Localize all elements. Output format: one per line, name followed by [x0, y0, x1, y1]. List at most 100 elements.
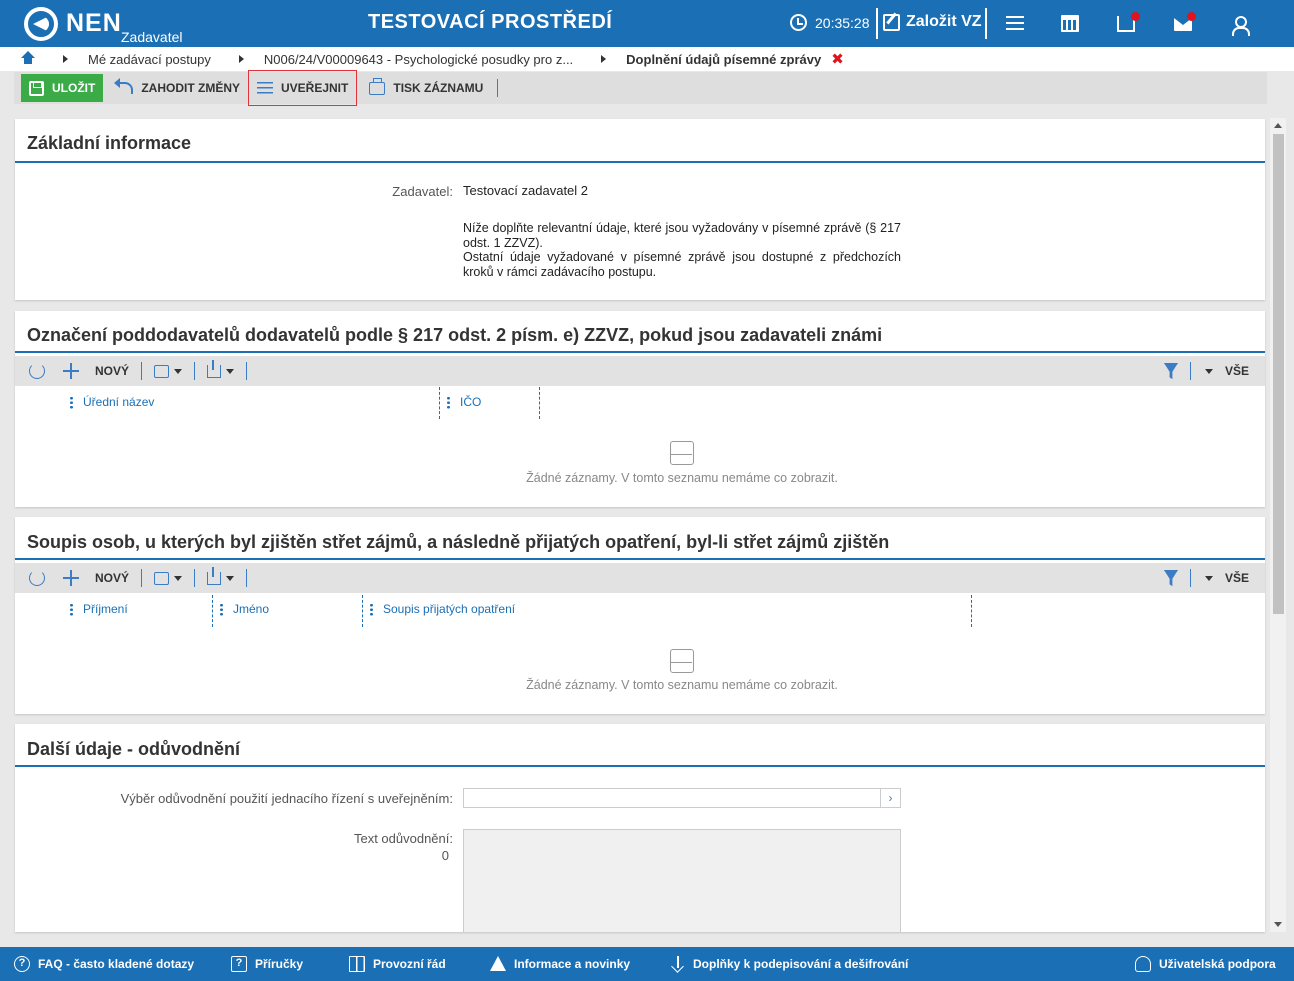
column-header-first-name[interactable]: Jméno — [220, 602, 269, 616]
column-menu-icon[interactable] — [70, 395, 73, 409]
save-label: ULOŽIT — [52, 81, 96, 95]
scroll-thumb[interactable] — [1273, 134, 1284, 614]
notification-dot — [1131, 12, 1140, 21]
warning-icon — [490, 956, 506, 971]
chevron-down-icon[interactable] — [226, 368, 235, 374]
new-record-button[interactable]: NOVÝ — [95, 571, 129, 585]
column-menu-icon[interactable] — [370, 602, 373, 616]
footer-rules-link[interactable]: Provozní řád — [349, 956, 446, 972]
home-icon[interactable] — [21, 51, 35, 65]
column-header-ico[interactable]: IČO — [447, 395, 481, 409]
column-divider[interactable] — [362, 595, 363, 627]
grid-toolbar: NOVÝ VŠE — [15, 356, 1265, 386]
grid-divider — [1189, 569, 1191, 587]
column-divider[interactable] — [212, 595, 213, 627]
chevron-down-icon[interactable] — [226, 575, 235, 581]
filter-icon[interactable] — [1163, 570, 1178, 586]
filter-all-button[interactable]: VŠE — [1225, 571, 1249, 585]
section-title: Základní informace — [27, 133, 192, 153]
breadcrumb-current: Doplnění údajů písemné zprávy — [626, 51, 822, 67]
add-icon[interactable] — [63, 363, 79, 379]
column-divider[interactable] — [971, 595, 972, 627]
chevron-down-icon[interactable] — [174, 368, 183, 374]
print-record-button[interactable]: TISK ZÁZNAMU — [361, 73, 491, 103]
column-menu-icon[interactable] — [220, 602, 223, 616]
scroll-up-icon[interactable] — [1274, 123, 1282, 128]
brand-name[interactable]: NEN — [66, 9, 122, 38]
footer-support-link[interactable]: Uživatelská podpora — [1135, 956, 1276, 972]
export-icon[interactable] — [207, 359, 222, 378]
print-label: TISK ZÁZNAMU — [393, 81, 484, 95]
column-menu-icon[interactable] — [447, 395, 450, 409]
grid-divider — [1189, 362, 1191, 380]
footer-news-link[interactable]: Informace a novinky — [490, 956, 630, 971]
grid-divider — [246, 362, 248, 380]
column-header-surname[interactable]: Příjmení — [70, 602, 128, 616]
justification-textarea[interactable] — [463, 829, 901, 932]
download-icon — [671, 956, 685, 972]
breadcrumb: Mé zadávací postupy N006/24/V00009643 - … — [0, 47, 1294, 71]
chevron-down-icon[interactable] — [1204, 575, 1213, 581]
section-rule — [15, 161, 1265, 163]
grid-divider — [141, 569, 143, 587]
save-icon — [29, 80, 44, 96]
filter-icon[interactable] — [1163, 363, 1178, 379]
book-icon — [349, 956, 365, 972]
session-clock: 20:35:28 — [790, 14, 870, 31]
breadcrumb-item[interactable]: N006/24/V00009643 - Psychologické posudk… — [264, 52, 573, 67]
chevron-right-icon[interactable]: › — [880, 789, 900, 807]
publish-button[interactable]: UVEŘEJNIT — [248, 70, 358, 106]
create-contract-label: Založit VZ — [906, 13, 982, 30]
footer-manuals-link[interactable]: ? Příručky — [231, 956, 303, 972]
justification-panel: Další údaje - odůvodnění Výběr odůvodněn… — [15, 724, 1265, 932]
top-bar: NEN Zadavatel TESTOVACÍ PROSTŘEDÍ 20:35:… — [0, 0, 1294, 47]
print-icon[interactable] — [154, 571, 170, 585]
add-icon[interactable] — [63, 570, 79, 586]
subcontractors-panel: Označení poddodavatelů dodavatelů podle … — [15, 311, 1265, 507]
header-divider — [876, 8, 878, 39]
export-icon[interactable] — [207, 566, 222, 585]
print-icon — [369, 77, 386, 95]
undo-icon — [114, 78, 134, 94]
justification-text-label: Text odůvodnění: — [353, 831, 453, 846]
toolbar-divider — [497, 79, 499, 97]
print-icon[interactable] — [154, 364, 170, 378]
chevron-right-icon — [238, 55, 244, 63]
section-rule — [15, 765, 1265, 767]
save-button[interactable]: ULOŽIT — [21, 74, 104, 102]
create-contract-button[interactable]: Založit VZ — [883, 13, 982, 31]
page-scrollbar[interactable] — [1270, 118, 1286, 932]
close-icon[interactable]: ✖ — [831, 50, 844, 68]
section-title: Označení poddodavatelů dodavatelů podle … — [27, 325, 883, 345]
column-header-measures[interactable]: Soupis přijatých opatření — [370, 602, 515, 616]
discard-changes-button[interactable]: ZAHODIT ZMĚNY — [109, 73, 248, 103]
justification-select[interactable]: › — [463, 788, 901, 808]
nen-logo-icon[interactable] — [24, 7, 58, 41]
clock-icon — [790, 14, 807, 31]
notification-dot — [1187, 12, 1196, 21]
footer-addons-link[interactable]: Doplňky k podepisování a dešifrování — [671, 956, 908, 972]
breadcrumb-item[interactable]: Mé zadávací postupy — [88, 52, 211, 67]
calendar-icon[interactable] — [1061, 15, 1079, 32]
help-circle-icon: ? — [14, 956, 30, 972]
chevron-right-icon — [601, 55, 607, 63]
scroll-down-icon[interactable] — [1274, 922, 1282, 927]
menu-icon[interactable] — [1003, 12, 1027, 36]
filter-all-button[interactable]: VŠE — [1225, 364, 1249, 378]
refresh-icon[interactable] — [29, 570, 45, 586]
header-divider — [985, 8, 987, 39]
grid-divider — [246, 569, 248, 587]
user-icon[interactable] — [1232, 16, 1250, 36]
new-record-button[interactable]: NOVÝ — [95, 364, 129, 378]
column-divider[interactable] — [539, 387, 540, 419]
chevron-down-icon[interactable] — [1204, 368, 1213, 374]
refresh-icon[interactable] — [29, 363, 45, 379]
publish-label: UVEŘEJNIT — [281, 81, 349, 95]
chevron-right-icon — [63, 55, 68, 63]
section-title: Další údaje - odůvodnění — [27, 739, 241, 759]
footer-faq-link[interactable]: ? FAQ - často kladené dotazy — [14, 956, 194, 972]
column-header-official-name[interactable]: Úřední název — [70, 395, 154, 409]
chevron-down-icon[interactable] — [174, 575, 183, 581]
column-divider[interactable] — [439, 387, 440, 419]
column-menu-icon[interactable] — [70, 602, 73, 616]
